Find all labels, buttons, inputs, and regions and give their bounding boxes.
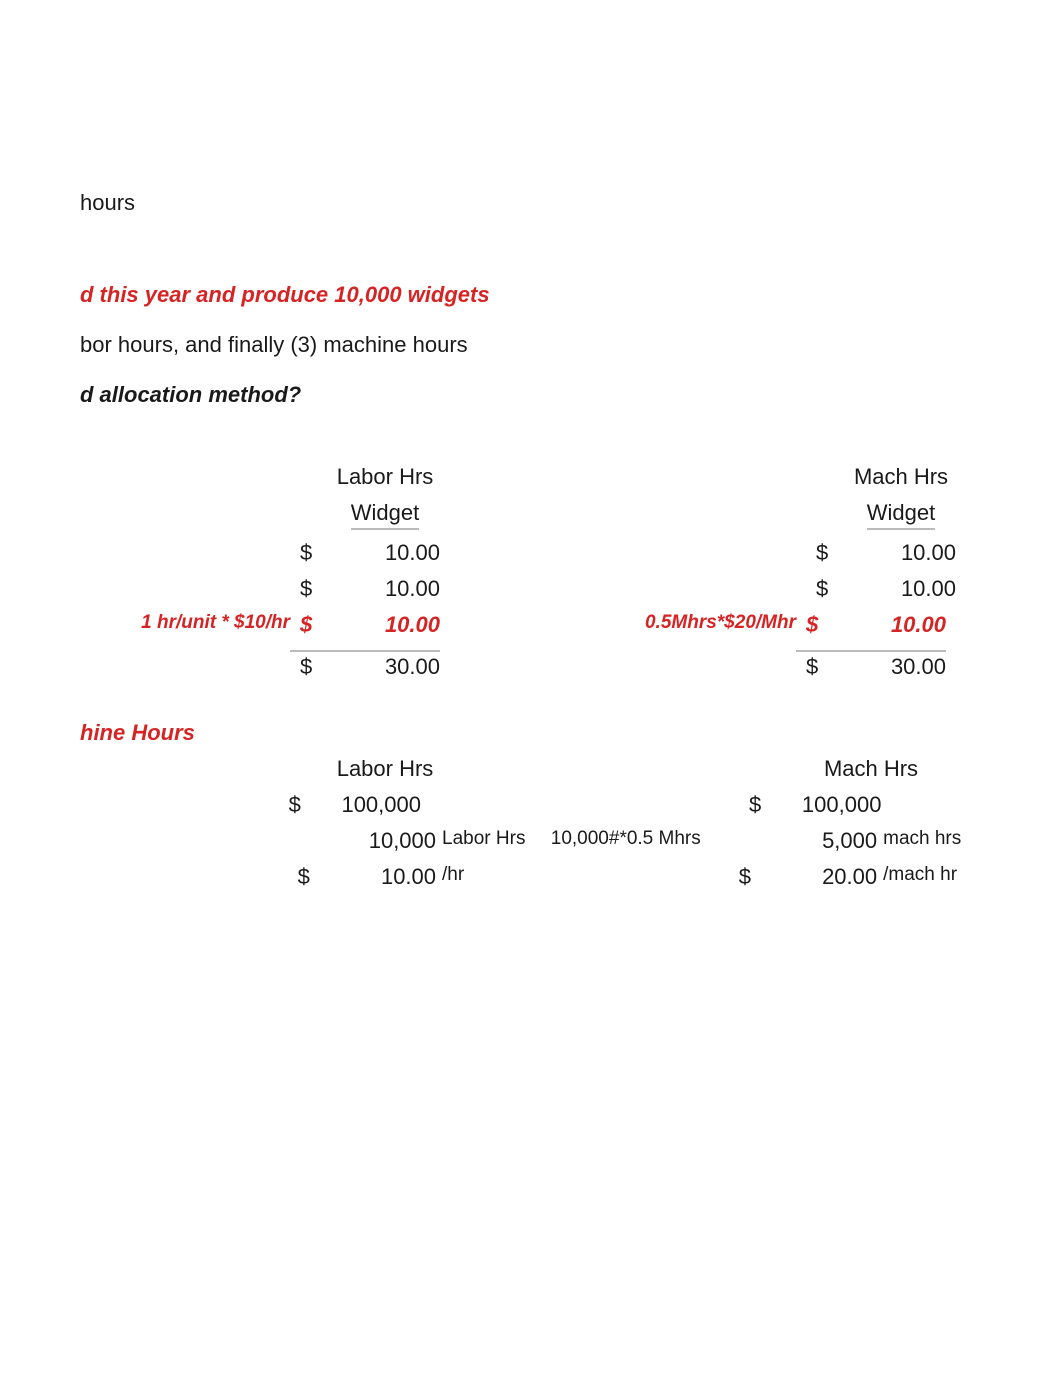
heading-bor-hours: bor hours, and finally (3) machine hours bbox=[80, 332, 982, 358]
mach-row-3: 10.00 bbox=[836, 612, 946, 638]
heading-produce-widgets: d this year and produce 10,000 widgets bbox=[80, 282, 982, 308]
currency-symbol: $ bbox=[806, 576, 846, 602]
labor-formula: 1 hr/unit * $10/hr bbox=[80, 612, 290, 638]
currency-symbol: $ bbox=[288, 864, 328, 890]
per-mach-hr-unit: /mach hr bbox=[877, 864, 982, 890]
currency-symbol: $ bbox=[279, 792, 317, 818]
hine-hours-heading: hine Hours bbox=[80, 720, 982, 746]
mach-hrs-header-2: Mach Hrs bbox=[824, 756, 918, 781]
top-hours: hours bbox=[80, 190, 982, 216]
currency-symbol: $ bbox=[290, 540, 330, 566]
mach2-row-1: 100,000 bbox=[777, 792, 881, 818]
mach2-row-3: 20.00 bbox=[768, 864, 877, 890]
mach-total: 30.00 bbox=[836, 650, 946, 680]
currency-symbol: $ bbox=[729, 864, 769, 890]
labor-subheader: Widget bbox=[351, 500, 419, 530]
currency-symbol bbox=[729, 828, 769, 854]
heading-allocation-method: d allocation method? bbox=[80, 382, 982, 408]
labor-row-1: 10.00 bbox=[330, 540, 440, 566]
currency-symbol bbox=[288, 828, 328, 854]
mach-formula-2: 10,000#*0.5 Mhrs bbox=[551, 828, 729, 854]
currency-symbol: $ bbox=[806, 540, 846, 566]
currency-symbol: $ bbox=[796, 612, 836, 638]
labor2-row-2: 10,000 bbox=[327, 828, 436, 854]
currency-symbol: $ bbox=[739, 792, 777, 818]
labor-row-2: 10.00 bbox=[330, 576, 440, 602]
labor-total: 30.00 bbox=[330, 650, 440, 680]
mach-hrs-unit: mach hrs bbox=[877, 828, 982, 854]
mach-row-1: 10.00 bbox=[846, 540, 956, 566]
labor-hrs-unit: Labor Hrs bbox=[436, 828, 541, 854]
mach-formula: 0.5Mhrs*$20/Mhr bbox=[596, 612, 796, 638]
labor2-row-3: 10.00 bbox=[327, 864, 436, 890]
costing-table: Labor Hrs Mach Hrs bbox=[80, 464, 982, 490]
per-hr-unit: /hr bbox=[436, 864, 541, 890]
currency-symbol: $ bbox=[290, 612, 330, 638]
mach-header: Mach Hrs bbox=[854, 464, 948, 489]
mach-subheader: Widget bbox=[867, 500, 935, 530]
labor-header: Labor Hrs bbox=[337, 464, 434, 489]
labor-hrs-header-2: Labor Hrs bbox=[337, 756, 434, 781]
labor-row-3: 10.00 bbox=[330, 612, 440, 638]
labor2-row-1: 100,000 bbox=[317, 792, 421, 818]
currency-symbol: $ bbox=[290, 576, 330, 602]
mach-row-2: 10.00 bbox=[846, 576, 956, 602]
currency-symbol: $ bbox=[796, 650, 836, 680]
mach2-row-2: 5,000 bbox=[768, 828, 877, 854]
currency-symbol: $ bbox=[290, 650, 330, 680]
